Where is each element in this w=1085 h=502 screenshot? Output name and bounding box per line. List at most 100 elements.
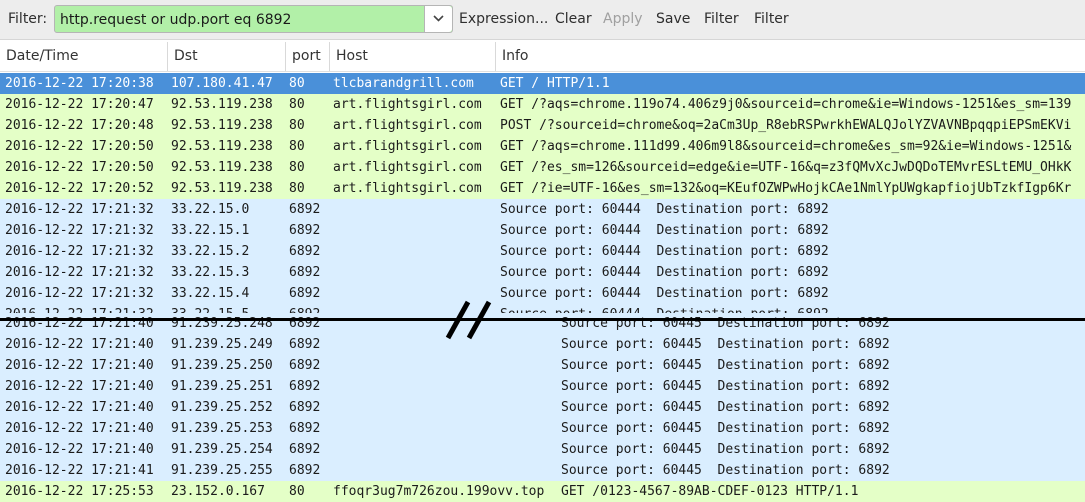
cell-dst: 92.53.119.238 [171, 139, 273, 154]
cell-datetime: 2016-12-22 17:21:32 [5, 202, 154, 217]
table-row[interactable]: 2016-12-22 17:25:53 23.152.0.167 80 ffoqr3u… [0, 481, 1085, 502]
cell-dst: 33.22.15.2 [171, 244, 250, 259]
cell-dst: 91.239.25.250 [171, 358, 273, 373]
cell-port: 6892 [289, 223, 321, 238]
cell-port: 80 [289, 160, 305, 175]
save-button[interactable]: Save [656, 11, 690, 27]
cell-dst: 92.53.119.238 [171, 160, 273, 175]
table-row[interactable]: 2016-12-22 17:21:32 33.22.15.3 6892 Source … [0, 262, 1085, 283]
table-row[interactable]: 2016-12-22 17:20:52 92.53.119.238 80 art.fl… [0, 178, 1085, 199]
cell-info: Source port: 60444 Destination port: 689… [500, 286, 829, 301]
column-host[interactable]: Host [330, 42, 496, 71]
cell-info: Source port: 60444 Destination port: 689… [500, 244, 829, 259]
cell-datetime: 2016-12-22 17:21:32 [5, 223, 154, 238]
table-row[interactable]: 2016-12-22 17:20:47 92.53.119.238 80 art.fl… [0, 94, 1085, 115]
cell-datetime: 2016-12-22 17:21:40 [5, 442, 154, 457]
cell-info: GET /?aqs=chrome.111d99.406m9l8&sourceid… [500, 139, 1072, 154]
cell-datetime: 2016-12-22 17:21:40 [5, 316, 154, 331]
break-marker-icon [445, 300, 492, 340]
table-row[interactable]: 2016-12-22 17:21:40 91.239.25.252 6892 Sour… [0, 397, 1085, 418]
cell-port: 6892 [289, 379, 321, 394]
cell-info: POST /?sourceid=chrome&oq=2aCm3Up_R8ebRS… [500, 118, 1072, 133]
cell-port: 6892 [289, 358, 321, 373]
table-row[interactable]: 2016-12-22 17:20:38 107.180.41.47 80 tlcbar… [0, 73, 1085, 94]
cell-dst: 33.22.15.3 [171, 265, 250, 280]
cell-info: Source port: 60444 Destination port: 689… [500, 223, 829, 238]
table-row[interactable]: 2016-12-22 17:21:32 33.22.15.2 6892 Source … [0, 241, 1085, 262]
filter-toolbar: Filter: http.request or udp.port eq 6892… [0, 0, 1085, 40]
filter-combobox[interactable]: http.request or udp.port eq 6892 [54, 5, 453, 33]
filter-input[interactable]: http.request or udp.port eq 6892 [60, 12, 420, 28]
cell-port: 80 [289, 118, 305, 133]
column-dst[interactable]: Dst [168, 42, 286, 71]
cell-datetime: 2016-12-22 17:21:32 [5, 286, 154, 301]
cell-host: ffoqr3ug7m726zou.199ovv.top [333, 484, 545, 499]
table-row[interactable]: 2016-12-22 17:21:40 91.239.25.249 6892 Sour… [0, 334, 1085, 355]
clear-button[interactable]: Clear [555, 11, 592, 27]
cell-port: 6892 [289, 442, 321, 457]
cell-info: GET / HTTP/1.1 [500, 76, 610, 91]
cell-dst: 91.239.25.249 [171, 337, 273, 352]
table-row[interactable]: 2016-12-22 17:21:40 91.239.25.254 6892 Sour… [0, 439, 1085, 460]
expression-button[interactable]: Expression... [459, 11, 548, 27]
table-row[interactable]: 2016-12-22 17:20:50 92.53.119.238 80 art.fl… [0, 136, 1085, 157]
cell-dst: 91.239.25.253 [171, 421, 273, 436]
cell-datetime: 2016-12-22 17:21:41 [5, 463, 154, 478]
table-row[interactable]: 2016-12-22 17:21:41 91.239.25.255 6892 Sour… [0, 460, 1085, 481]
filter-label: Filter: [8, 11, 48, 27]
filter-button-1[interactable]: Filter [704, 11, 739, 27]
cell-dst: 33.22.15.0 [171, 202, 250, 217]
cell-info: GET /0123-4567-89AB-CDEF-0123 HTTP/1.1 [561, 484, 859, 499]
packet-list-header: Date/Time Dst port Host Info [0, 42, 1085, 72]
column-port[interactable]: port [286, 42, 330, 71]
cell-datetime: 2016-12-22 17:21:40 [5, 421, 154, 436]
column-info[interactable]: Info [496, 42, 1085, 71]
cell-port: 6892 [289, 421, 321, 436]
cell-dst: 23.152.0.167 [171, 484, 265, 499]
cell-dst: 92.53.119.238 [171, 97, 273, 112]
cell-dst: 92.53.119.238 [171, 118, 273, 133]
cell-datetime: 2016-12-22 17:25:53 [5, 484, 154, 499]
cell-host: art.flightsgirl.com [333, 139, 482, 154]
cell-info: Source port: 60444 Destination port: 689… [500, 265, 829, 280]
filter-dropdown-button[interactable] [424, 6, 452, 32]
cell-port: 6892 [289, 316, 321, 331]
cell-port: 80 [289, 484, 305, 499]
filter-button-2[interactable]: Filter [754, 11, 789, 27]
apply-button[interactable]: Apply [603, 11, 643, 27]
table-row[interactable]: 2016-12-22 17:21:40 91.239.25.253 6892 Sour… [0, 418, 1085, 439]
packet-list: 2016-12-22 17:20:38 107.180.41.47 80 tlcbar… [0, 73, 1085, 502]
cell-datetime: 2016-12-22 17:20:47 [5, 97, 154, 112]
table-row[interactable]: 2016-12-22 17:20:50 92.53.119.238 80 art.fl… [0, 157, 1085, 178]
table-row[interactable]: 2016-12-22 17:21:32 33.22.15.1 6892 Source … [0, 220, 1085, 241]
cell-info: Source port: 60445 Destination port: 689… [561, 337, 890, 352]
cell-datetime: 2016-12-22 17:21:32 [5, 244, 154, 259]
table-row[interactable]: 2016-12-22 17:21:32 33.22.15.4 6892 Source … [0, 283, 1085, 304]
cell-port: 6892 [289, 337, 321, 352]
cell-datetime: 2016-12-22 17:20:52 [5, 181, 154, 196]
cell-info: Source port: 60445 Destination port: 689… [561, 463, 890, 478]
cell-dst: 91.239.25.252 [171, 400, 273, 415]
cell-dst: 91.239.25.255 [171, 463, 273, 478]
table-row[interactable]: 2016-12-22 17:21:40 91.239.25.251 6892 Sour… [0, 376, 1085, 397]
cell-port: 6892 [289, 286, 321, 301]
cell-datetime: 2016-12-22 17:20:38 [5, 76, 154, 91]
cell-info: Source port: 60445 Destination port: 689… [561, 400, 890, 415]
cell-dst: 92.53.119.238 [171, 181, 273, 196]
cell-info: Source port: 60445 Destination port: 689… [561, 316, 890, 331]
cell-datetime: 2016-12-22 17:20:48 [5, 118, 154, 133]
table-row[interactable]: 2016-12-22 17:21:32 33.22.15.0 6892 Source … [0, 199, 1085, 220]
cell-host: art.flightsgirl.com [333, 181, 482, 196]
column-datetime[interactable]: Date/Time [0, 42, 168, 71]
table-row[interactable]: 2016-12-22 17:21:40 91.239.25.248 6892 Sour… [0, 313, 1085, 334]
cell-dst: 33.22.15.1 [171, 223, 250, 238]
cell-port: 80 [289, 76, 305, 91]
cell-dst: 91.239.25.251 [171, 379, 273, 394]
table-row[interactable]: 2016-12-22 17:20:48 92.53.119.238 80 art.fl… [0, 115, 1085, 136]
table-row[interactable]: 2016-12-22 17:21:40 91.239.25.250 6892 Sour… [0, 355, 1085, 376]
cell-dst: 107.180.41.47 [171, 76, 273, 91]
cell-info: Source port: 60445 Destination port: 689… [561, 442, 890, 457]
cell-dst: 91.239.25.254 [171, 442, 273, 457]
cell-port: 6892 [289, 463, 321, 478]
cell-dst: 91.239.25.248 [171, 316, 273, 331]
